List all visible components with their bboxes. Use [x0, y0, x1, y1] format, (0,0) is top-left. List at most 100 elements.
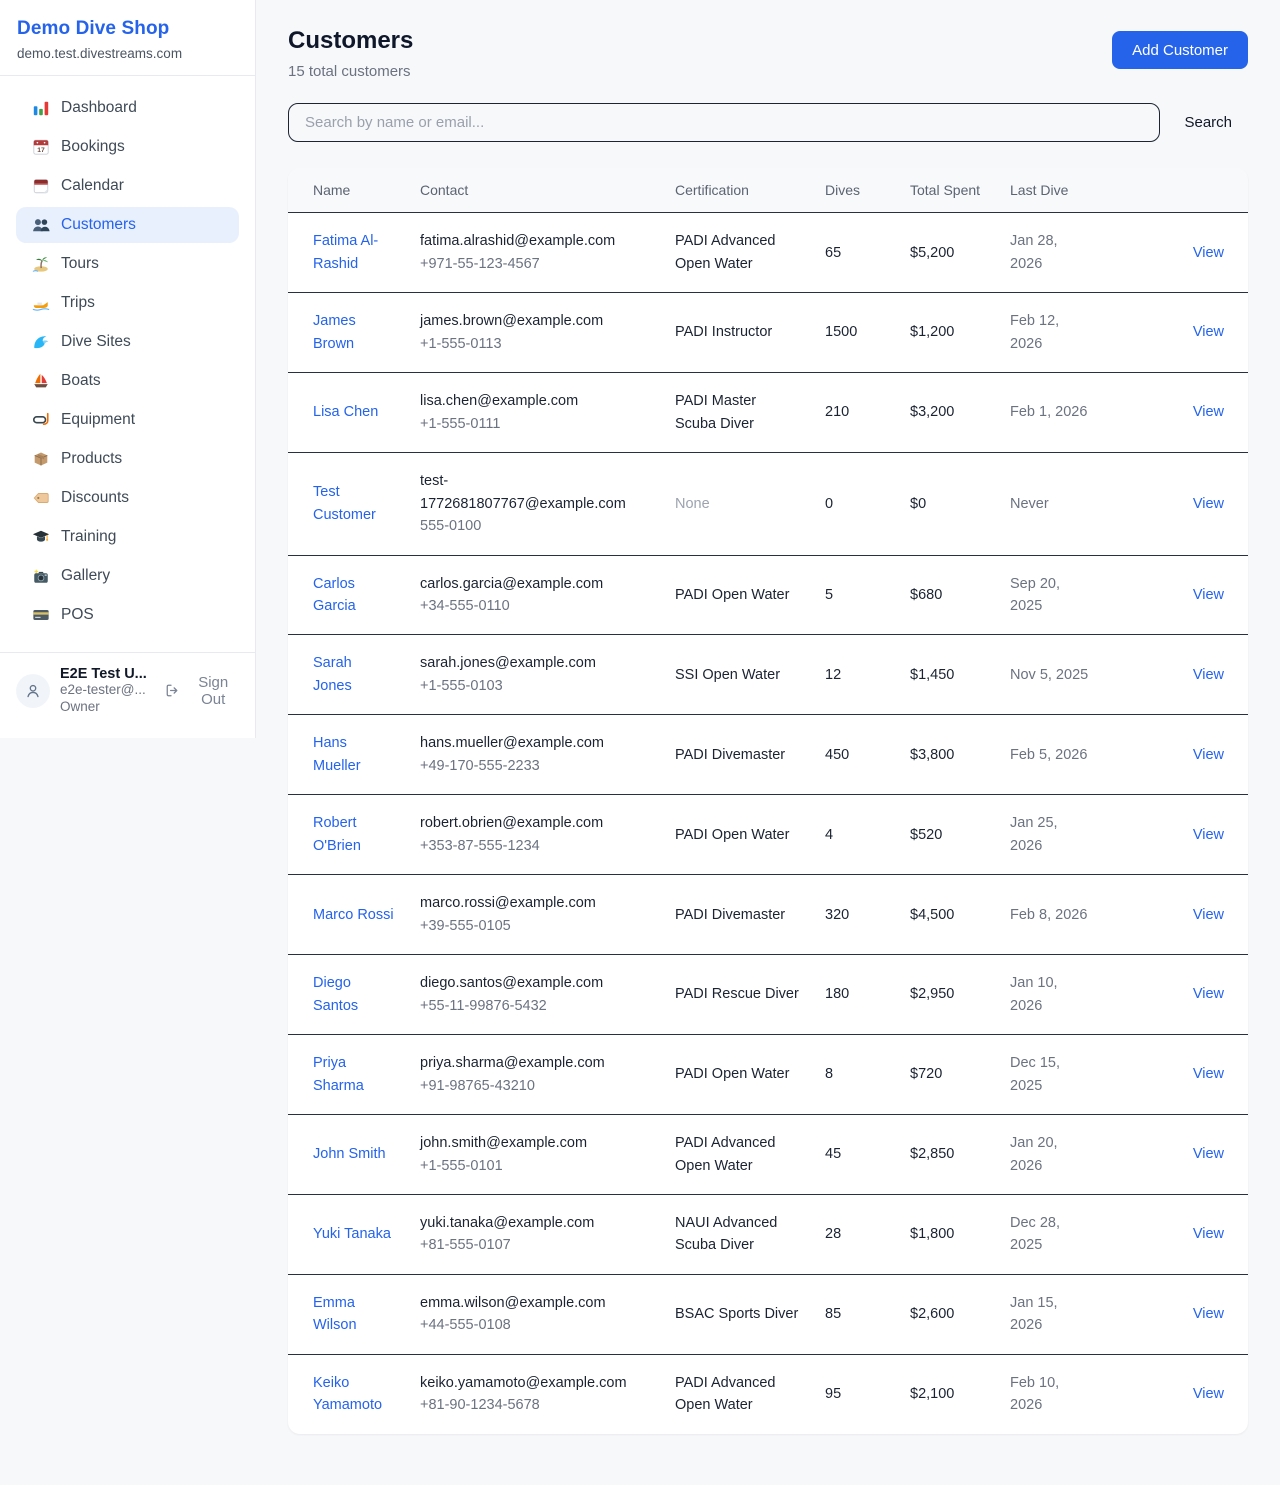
column-header-last-dive: Last Dive — [998, 168, 1103, 213]
sign-out-button[interactable]: Sign Out — [165, 674, 239, 708]
sidebar-item-trips[interactable]: Trips — [16, 285, 239, 321]
view-link[interactable]: View — [1193, 404, 1224, 420]
view-link[interactable]: View — [1193, 1226, 1224, 1242]
customer-email: sarah.jones@example.com — [420, 652, 649, 674]
customer-email: emma.wilson@example.com — [420, 1292, 649, 1314]
customer-dives: 45 — [825, 1146, 841, 1162]
customer-phone: +81-555-0107 — [420, 1234, 649, 1256]
customer-phone: +1-555-0113 — [420, 333, 649, 355]
customer-name-link[interactable]: Robert O'Brien — [313, 815, 361, 853]
sidebar-item-label: POS — [61, 606, 94, 624]
view-link[interactable]: View — [1193, 245, 1224, 261]
avatar — [16, 674, 50, 708]
customer-total-spent: $720 — [910, 1066, 942, 1082]
sidebar-item-label: Dashboard — [61, 99, 137, 117]
sidebar-item-label: Customers — [61, 216, 136, 234]
customer-name-link[interactable]: Marco Rossi — [313, 907, 394, 923]
customer-certification: SSI Open Water — [675, 667, 780, 683]
view-link[interactable]: View — [1193, 1386, 1224, 1402]
view-link[interactable]: View — [1193, 747, 1224, 763]
view-link[interactable]: View — [1193, 496, 1224, 512]
view-link[interactable]: View — [1193, 587, 1224, 603]
customers-table-card: Name Contact Certification Dives Total S… — [288, 168, 1248, 1434]
customer-email: marco.rossi@example.com — [420, 892, 649, 914]
view-link[interactable]: View — [1193, 907, 1224, 923]
sidebar-item-label: Calendar — [61, 177, 124, 195]
customer-name-link[interactable]: James Brown — [313, 313, 356, 351]
sidebar-item-label: Equipment — [61, 411, 135, 429]
customer-email: keiko.yamamoto@example.com — [420, 1372, 649, 1394]
column-header-actions — [1103, 168, 1248, 213]
sidebar-item-products[interactable]: Products — [16, 441, 239, 477]
sidebar-item-boats[interactable]: Boats — [16, 363, 239, 399]
sidebar-item-label: Training — [61, 528, 116, 546]
sidebar-item-dashboard[interactable]: Dashboard — [16, 90, 239, 126]
customer-certification: PADI Open Water — [675, 827, 789, 843]
customer-total-spent: $4,500 — [910, 907, 954, 923]
sidebar-item-pos[interactable]: POS — [16, 597, 239, 633]
customer-name-link[interactable]: Carlos Garcia — [313, 576, 356, 614]
svg-text:17: 17 — [37, 147, 45, 154]
search-button[interactable]: Search — [1160, 114, 1248, 131]
view-link[interactable]: View — [1193, 1306, 1224, 1322]
tear-off-calendar-icon — [32, 177, 50, 195]
main-content: Customers 15 total customers Add Custome… — [256, 0, 1280, 1467]
table-row: Emma Wilson emma.wilson@example.com+44-5… — [288, 1274, 1248, 1354]
customer-total-spent: $5,200 — [910, 245, 954, 261]
sidebar-item-dive-sites[interactable]: Dive Sites — [16, 324, 239, 360]
customer-name-link[interactable]: Sarah Jones — [313, 655, 352, 693]
customer-total-spent: $3,200 — [910, 404, 954, 420]
customer-dives: 85 — [825, 1306, 841, 1322]
calendar-17-icon: 17 — [32, 138, 50, 156]
customer-name-link[interactable]: Test Customer — [313, 484, 376, 522]
view-link[interactable]: View — [1193, 324, 1224, 340]
customer-total-spent: $520 — [910, 827, 942, 843]
sidebar-item-discounts[interactable]: Discounts — [16, 480, 239, 516]
users-icon — [32, 216, 50, 234]
customer-dives: 1500 — [825, 324, 857, 340]
customer-dives: 95 — [825, 1386, 841, 1402]
customer-name-link[interactable]: Lisa Chen — [313, 404, 378, 420]
view-link[interactable]: View — [1193, 667, 1224, 683]
customer-name-link[interactable]: Emma Wilson — [313, 1295, 357, 1333]
customer-dives: 5 — [825, 587, 833, 603]
customer-total-spent: $2,100 — [910, 1386, 954, 1402]
table-row: Test Customer test-1772681807767@example… — [288, 453, 1248, 555]
sidebar-item-gallery[interactable]: Gallery — [16, 558, 239, 594]
view-link[interactable]: View — [1193, 827, 1224, 843]
add-customer-button[interactable]: Add Customer — [1112, 31, 1248, 69]
customer-name-link[interactable]: Hans Mueller — [313, 735, 361, 773]
customer-name-link[interactable]: Priya Sharma — [313, 1055, 364, 1093]
sidebar-item-customers[interactable]: Customers — [16, 207, 239, 243]
customer-dives: 4 — [825, 827, 833, 843]
customer-phone: +39-555-0105 — [420, 915, 649, 937]
credit-card-icon — [32, 606, 50, 624]
sidebar-item-tours[interactable]: Tours — [16, 246, 239, 282]
water-wave-icon — [32, 333, 50, 351]
customer-dives: 0 — [825, 496, 833, 512]
customer-name-link[interactable]: Fatima Al-Rashid — [313, 233, 378, 271]
view-link[interactable]: View — [1193, 1146, 1224, 1162]
sidebar-nav: Dashboard 17 Bookings Calendar Customers… — [0, 76, 255, 652]
sidebar-item-calendar[interactable]: Calendar — [16, 168, 239, 204]
table-row: Keiko Yamamoto keiko.yamamoto@example.co… — [288, 1354, 1248, 1433]
search-input[interactable] — [288, 103, 1160, 142]
package-icon — [32, 450, 50, 468]
shop-title: Demo Dive Shop — [17, 18, 237, 40]
sidebar-item-equipment[interactable]: Equipment — [16, 402, 239, 438]
sidebar-item-bookings[interactable]: 17 Bookings — [16, 129, 239, 165]
customer-total-spent: $1,450 — [910, 667, 954, 683]
customer-certification: PADI Advanced Open Water — [675, 1135, 776, 1173]
table-row: James Brown james.brown@example.com+1-55… — [288, 293, 1248, 373]
customer-name-link[interactable]: Yuki Tanaka — [313, 1226, 391, 1242]
view-link[interactable]: View — [1193, 1066, 1224, 1082]
customer-last-dive: Jan 28, 2026 — [1010, 233, 1058, 271]
customer-phone: +1-555-0103 — [420, 675, 649, 697]
customer-name-link[interactable]: Keiko Yamamoto — [313, 1375, 382, 1413]
customer-last-dive: Feb 10, 2026 — [1010, 1375, 1059, 1413]
sidebar-item-training[interactable]: Training — [16, 519, 239, 555]
customer-name-link[interactable]: Diego Santos — [313, 975, 358, 1013]
view-link[interactable]: View — [1193, 986, 1224, 1002]
customer-name-link[interactable]: John Smith — [313, 1146, 386, 1162]
bar-chart-icon — [32, 99, 50, 117]
